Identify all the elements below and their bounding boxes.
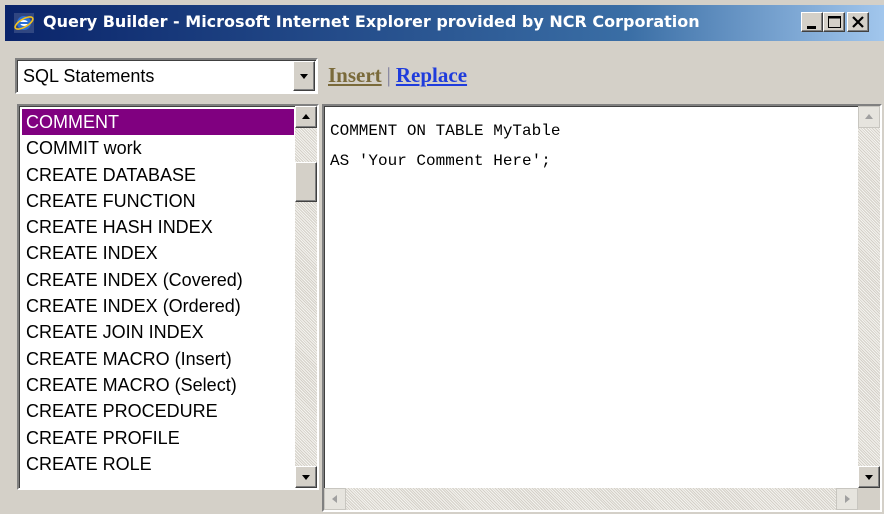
- editor-scroll-left-button[interactable]: [324, 488, 346, 510]
- insert-link[interactable]: Insert: [328, 63, 382, 87]
- statement-list[interactable]: COMMENT COMMIT work CREATE DATABASE CREATE …: [17, 104, 319, 490]
- chevron-down-icon: [300, 74, 308, 79]
- chevron-down-icon: [302, 475, 310, 480]
- close-button[interactable]: [847, 12, 869, 32]
- internet-explorer-icon: [13, 12, 35, 34]
- close-icon: [852, 16, 864, 28]
- editor-scroll-down-button[interactable]: [858, 466, 880, 488]
- chevron-up-icon: [865, 114, 873, 119]
- list-item[interactable]: CREATE ROLE: [22, 451, 294, 477]
- chevron-right-icon: [845, 495, 850, 503]
- sql-editor[interactable]: COMMENT ON TABLE MyTable AS 'Your Comment…: [322, 104, 882, 512]
- list-item[interactable]: CREATE HASH INDEX: [22, 214, 294, 240]
- scrollbar-corner: [858, 488, 880, 510]
- list-item[interactable]: COMMENT: [22, 109, 294, 136]
- statement-type-select[interactable]: SQL Statements: [15, 58, 318, 94]
- minimize-button[interactable]: [801, 12, 823, 32]
- sql-editor-content: COMMENT ON TABLE MyTable AS 'Your Comment…: [330, 116, 560, 176]
- replace-link[interactable]: Replace: [396, 63, 467, 87]
- query-builder-window: Query Builder - Microsoft Internet Explo…: [0, 0, 884, 514]
- select-dropdown-button[interactable]: [293, 61, 315, 91]
- action-links: Insert | Replace: [328, 63, 467, 88]
- chevron-left-icon: [332, 495, 337, 503]
- statement-list-items: COMMENT COMMIT work CREATE DATABASE CREATE …: [22, 109, 294, 477]
- title-bar[interactable]: Query Builder - Microsoft Internet Explo…: [5, 5, 884, 41]
- list-item[interactable]: COMMIT work: [22, 135, 294, 161]
- editor-horizontal-scrollbar[interactable]: [324, 488, 858, 510]
- minimize-icon: [807, 26, 816, 29]
- window-title: Query Builder - Microsoft Internet Explo…: [43, 12, 700, 31]
- list-item[interactable]: CREATE JOIN INDEX: [22, 319, 294, 345]
- statement-list-scrollbar[interactable]: [295, 106, 317, 488]
- select-value: SQL Statements: [23, 66, 155, 86]
- list-item[interactable]: CREATE FUNCTION: [22, 188, 294, 214]
- list-item[interactable]: CREATE MACRO (Select): [22, 372, 294, 398]
- list-item[interactable]: CREATE INDEX (Covered): [22, 267, 294, 293]
- list-item[interactable]: CREATE INDEX: [22, 240, 294, 266]
- scroll-down-button[interactable]: [295, 466, 317, 488]
- maximize-icon: [828, 16, 841, 28]
- scroll-up-button[interactable]: [295, 106, 317, 128]
- list-item[interactable]: CREATE DATABASE: [22, 162, 294, 188]
- scroll-thumb[interactable]: [295, 162, 317, 202]
- link-separator: |: [386, 63, 391, 87]
- list-item[interactable]: CREATE PROFILE: [22, 425, 294, 451]
- editor-vertical-scrollbar[interactable]: [858, 106, 880, 488]
- sql-line: AS 'Your Comment Here';: [330, 152, 551, 170]
- list-item[interactable]: CREATE INDEX (Ordered): [22, 293, 294, 319]
- list-item[interactable]: CREATE PROCEDURE: [22, 398, 294, 424]
- editor-scroll-up-button[interactable]: [858, 106, 880, 128]
- editor-scroll-right-button[interactable]: [836, 488, 858, 510]
- list-item[interactable]: CREATE MACRO (Insert): [22, 346, 294, 372]
- maximize-button[interactable]: [823, 12, 845, 32]
- sql-line: COMMENT ON TABLE MyTable: [330, 122, 561, 140]
- chevron-down-icon: [865, 475, 873, 480]
- chevron-up-icon: [302, 114, 310, 119]
